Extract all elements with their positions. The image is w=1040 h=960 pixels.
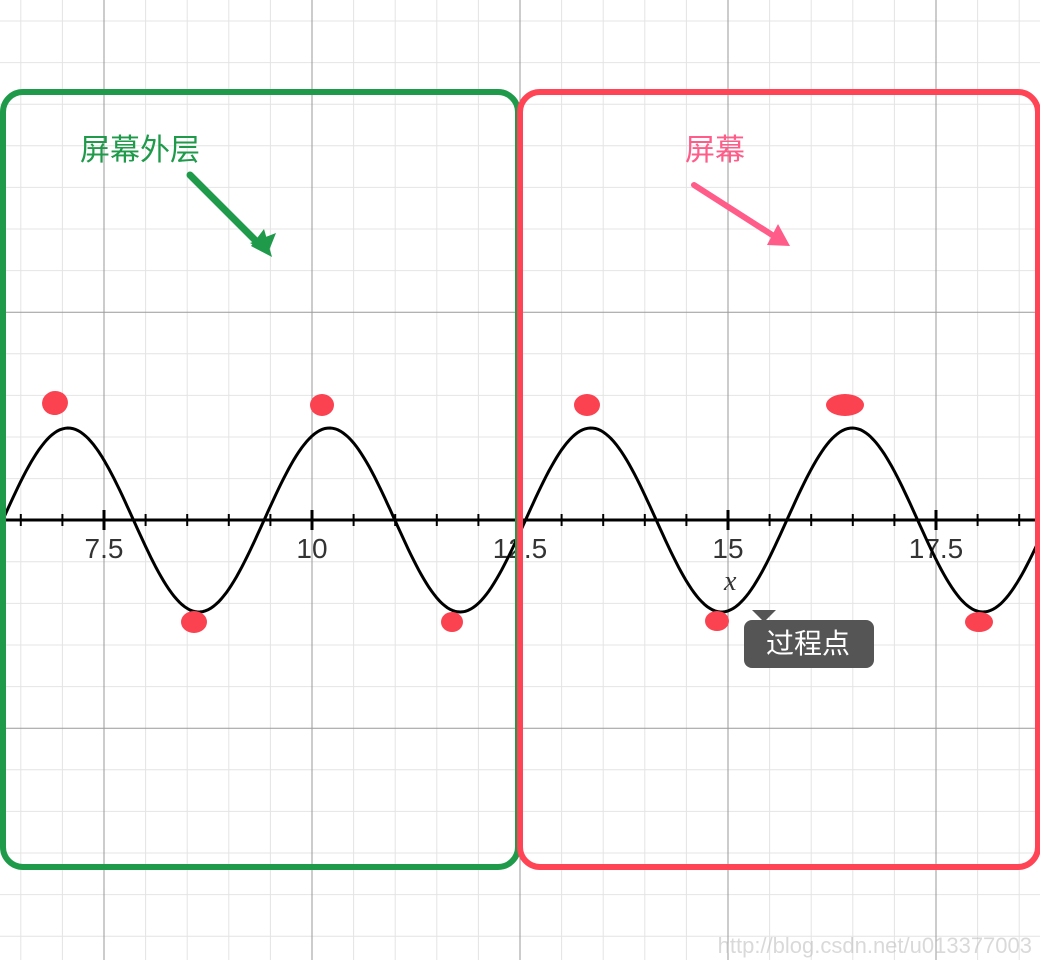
axis-variable-x: x <box>723 566 737 597</box>
diagram-canvas: 7.5 10 12.5 15 17.5 x 屏幕外层 屏幕 过程 <box>0 0 1040 960</box>
process-point-label: 过程点 <box>766 628 850 659</box>
outer-screen-annotation: 屏幕外层 <box>80 134 276 257</box>
process-point-tooltip: 过程点 <box>744 610 874 668</box>
tick-label: 15 <box>712 533 743 564</box>
tick-label: 7.5 <box>85 533 124 564</box>
region-outer-screen <box>3 92 518 867</box>
screen-label: 屏幕 <box>685 134 745 167</box>
region-screen <box>520 92 1038 867</box>
watermark-text: http://blog.csdn.net/u013377003 <box>718 933 1032 958</box>
outer-screen-label: 屏幕外层 <box>80 134 200 167</box>
tick-label: 10 <box>296 533 327 564</box>
